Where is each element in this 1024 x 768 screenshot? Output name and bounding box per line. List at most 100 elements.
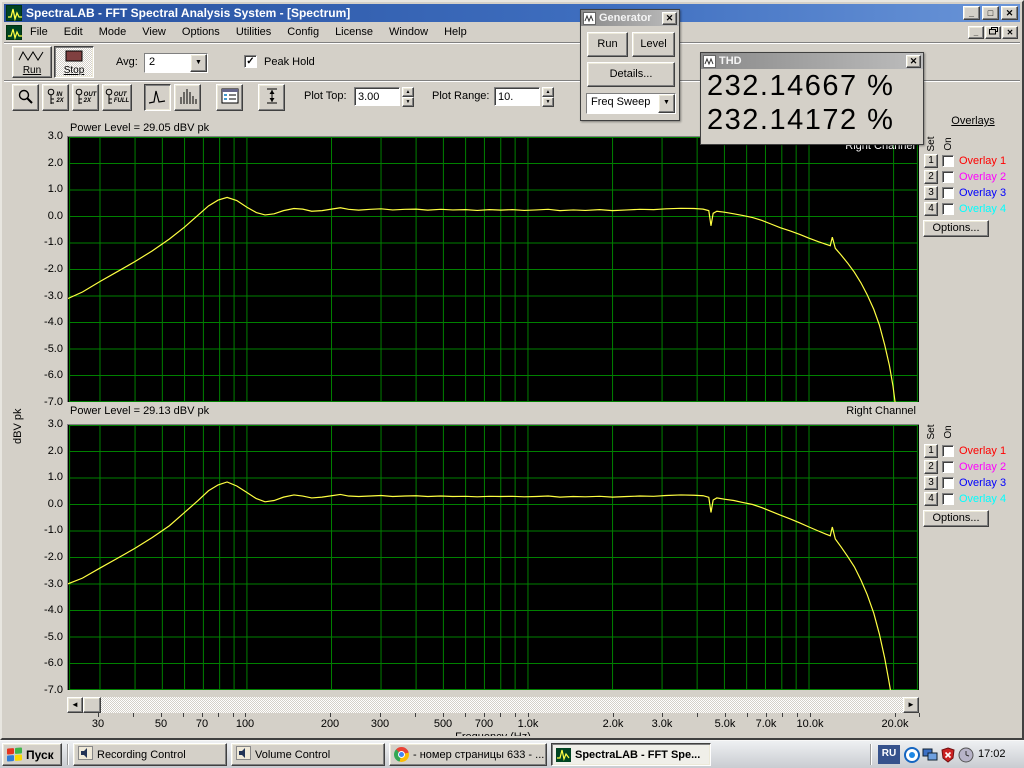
bottom-spectrum-plot[interactable] <box>67 424 919 690</box>
menu-window[interactable]: Window <box>381 24 436 40</box>
menu-config[interactable]: Config <box>279 24 327 40</box>
spectrum-curve-view-button[interactable] <box>144 84 171 111</box>
task-spectralab-active[interactable]: SpectraLAB - FFT Spe... <box>551 743 711 766</box>
overlay-3-checkbox[interactable] <box>942 477 954 489</box>
spinner-down-icon[interactable]: ▼ <box>542 97 554 107</box>
overlay-2-set-button[interactable]: 2 <box>924 170 938 184</box>
spinner-up-icon[interactable]: ▲ <box>542 87 554 97</box>
overlay-4-set-button[interactable]: 4 <box>924 202 938 216</box>
magnifier-icon <box>17 88 34 108</box>
x-tick-label: 20.0k <box>881 718 909 730</box>
details-view-button[interactable] <box>216 84 243 111</box>
overlay-3-set-button[interactable]: 3 <box>924 186 938 200</box>
x-tick <box>415 713 416 717</box>
spinner-down-icon[interactable]: ▼ <box>402 97 414 107</box>
menu-edit[interactable]: Edit <box>56 24 91 40</box>
minimize-button[interactable]: _ <box>963 6 980 20</box>
menu-help[interactable]: Help <box>436 24 475 40</box>
task-recording-control[interactable]: Recording Control <box>73 743 227 766</box>
overlay-2-checkbox[interactable] <box>942 171 954 183</box>
overlay-2-label: Overlay 2 <box>959 171 1007 183</box>
generator-run-button[interactable]: Run <box>587 32 628 57</box>
overlay-2-checkbox[interactable] <box>942 461 954 473</box>
output-full-button[interactable]: OUT FULL <box>102 84 132 111</box>
input-2x-button[interactable]: IN 2X <box>42 84 69 111</box>
scrollbar-track[interactable] <box>101 697 903 713</box>
mdi-minimize-button[interactable]: _ <box>968 25 984 39</box>
generator-title: Generator <box>599 12 652 24</box>
generator-dropdown-arrow-icon[interactable]: ▼ <box>658 94 675 113</box>
menu-options[interactable]: Options <box>174 24 228 40</box>
overlay-4-checkbox[interactable] <box>942 493 954 505</box>
generator-details-button[interactable]: Details... <box>587 62 675 87</box>
overlay-1-checkbox[interactable] <box>942 445 954 457</box>
plot-range-input[interactable] <box>494 87 540 106</box>
scroll-right-icon[interactable]: ► <box>903 697 919 713</box>
language-indicator[interactable]: RU <box>878 745 900 764</box>
generator-level-button[interactable]: Level <box>632 32 675 57</box>
menu-license[interactable]: License <box>327 24 381 40</box>
tray-clock-icon[interactable] <box>958 747 974 763</box>
start-button[interactable]: Пуск <box>2 743 62 766</box>
scrollbar-thumb[interactable] <box>83 697 101 713</box>
mdi-restore-button[interactable] <box>985 25 1001 39</box>
vertical-scale-button[interactable] <box>258 84 285 111</box>
menu-mode[interactable]: Mode <box>91 24 135 40</box>
tray-network-icon[interactable] <box>922 747 938 763</box>
overlay-options-button[interactable]: Options... <box>923 510 989 527</box>
plot-top-spinner[interactable]: ▲ ▼ <box>402 87 414 107</box>
peak-hold-checkbox[interactable]: ✓ <box>244 55 257 68</box>
top-spectrum-plot[interactable] <box>67 136 919 402</box>
maximize-button[interactable]: □ <box>982 6 999 20</box>
tray-antivirus-shield-icon[interactable] <box>940 747 956 763</box>
y-tick-label: -5.0 <box>44 342 63 355</box>
y-tick-label: -6.0 <box>44 657 63 670</box>
overlay-4-set-button[interactable]: 4 <box>924 492 938 506</box>
thd-close-icon[interactable]: ✕ <box>906 54 921 68</box>
mdi-close-button[interactable]: ✕ <box>1002 25 1018 39</box>
overlay-3-set-button[interactable]: 3 <box>924 476 938 490</box>
tray-blue-circle-icon[interactable] <box>904 747 920 763</box>
overlay-options-button[interactable]: Options... <box>923 220 989 237</box>
bar-graph-view-button[interactable] <box>174 84 201 111</box>
y-tick-label: 1.0 <box>47 471 63 484</box>
spinner-up-icon[interactable]: ▲ <box>402 87 414 97</box>
menu-utilities[interactable]: Utilities <box>228 24 279 40</box>
run-button[interactable]: Run <box>12 46 52 78</box>
stop-button[interactable]: Stop <box>54 46 94 78</box>
menu-file[interactable]: File <box>22 24 56 40</box>
zoom-button[interactable] <box>12 84 39 111</box>
top-y-axis: 3.0 2.0 1.0 0.0 -1.0 -2.0 -3.0 -4.0 -5.0 -6.0 -7.0 <box>34 130 65 408</box>
peak-hold-label: Peak Hold <box>264 56 315 68</box>
overlay-3-checkbox[interactable] <box>942 187 954 199</box>
avg-select[interactable]: 2 ▼ <box>144 53 208 73</box>
overlay-2-label: Overlay 2 <box>959 461 1007 473</box>
task-chrome-page[interactable]: - номер страницы 633 - ... <box>389 743 547 766</box>
x-axis-labels: 30 50 70 100 200 300 500 700 1.0k 2.0k 3.0k 5.0k 7.0… <box>67 718 919 731</box>
overlay-1-set-button[interactable]: 1 <box>924 154 938 168</box>
x-tick-label: 1.0k <box>517 718 539 730</box>
menu-view[interactable]: View <box>134 24 174 40</box>
close-button[interactable]: ✕ <box>1001 6 1018 20</box>
y-tick-label: -7.0 <box>44 396 63 408</box>
overlay-1-set-button[interactable]: 1 <box>924 444 938 458</box>
scroll-left-icon[interactable]: ◄ <box>67 697 83 713</box>
plot-range-spinner[interactable]: ▲ ▼ <box>542 87 554 107</box>
bottom-y-axis: 3.0 2.0 1.0 0.0 -1.0 -2.0 -3.0 -4.0 -5.0 -6.0 -7.0 <box>34 418 65 696</box>
output-2x-button[interactable]: OUT 2X <box>72 84 99 111</box>
generator-close-icon[interactable]: ✕ <box>662 11 677 25</box>
frequency-scrollbar[interactable]: ◄ ► <box>67 697 919 713</box>
overlay-1-checkbox[interactable] <box>942 155 954 167</box>
generator-mode-select[interactable]: Freq Sweep ▼ <box>586 93 676 114</box>
plot-top-input[interactable] <box>354 87 400 106</box>
y-tick-label: -2.0 <box>44 263 63 275</box>
avg-dropdown-arrow-icon[interactable]: ▼ <box>190 54 207 72</box>
y-tick-label: -1.0 <box>44 524 63 537</box>
menu-bar: File Edit Mode View Options Utilities Co… <box>4 22 1020 42</box>
overlay-2-set-button[interactable]: 2 <box>924 460 938 474</box>
overlay-4-checkbox[interactable] <box>942 203 954 215</box>
task-volume-control[interactable]: Volume Control <box>231 743 385 766</box>
y-tick-label: -3.0 <box>44 289 63 302</box>
details-list-icon <box>221 88 239 107</box>
mdi-document-icon[interactable] <box>6 24 22 40</box>
